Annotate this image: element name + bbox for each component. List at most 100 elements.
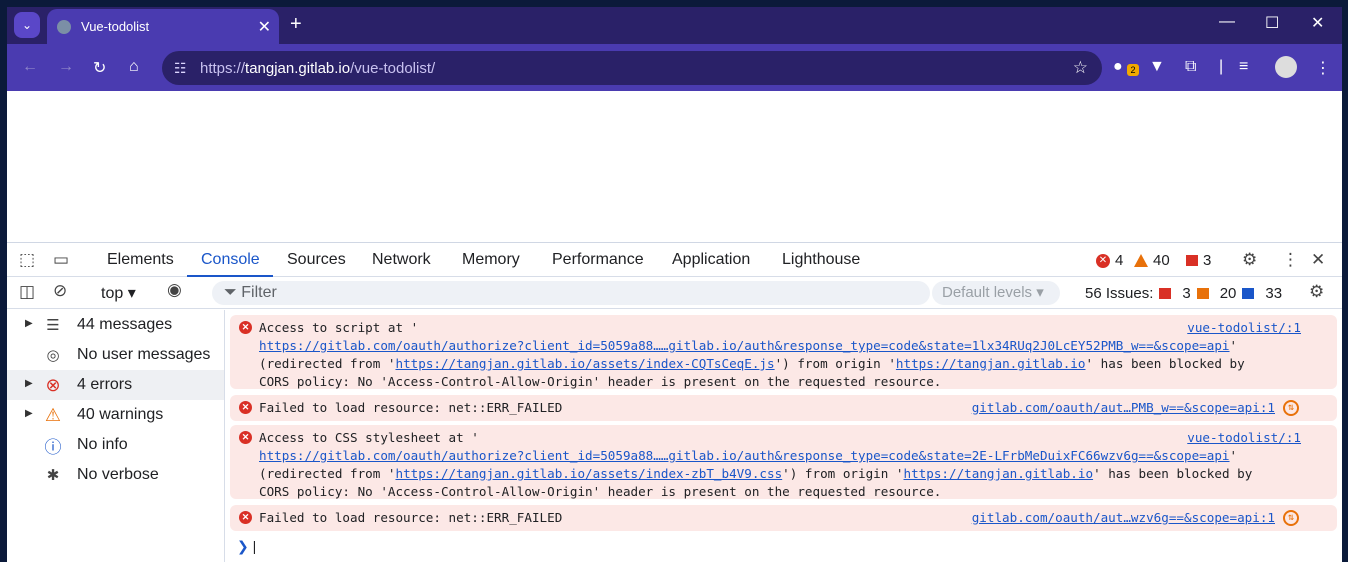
issues-blue-count: 33 [1265, 285, 1283, 302]
vue-devtools-icon[interactable]: ▼ [1149, 58, 1165, 76]
error-count-value: 4 [1115, 252, 1124, 269]
tab-memory[interactable]: Memory [462, 251, 520, 269]
close-window-icon[interactable]: ✕ [1311, 13, 1324, 33]
address-bar[interactable]: ☷ https://tangjan.gitlab.io/vue-todolist… [162, 51, 1102, 85]
network-request-icon[interactable]: ⇅ [1283, 400, 1299, 416]
message-source-link[interactable]: gitlab.com/oauth/aut…PMB_w==&scope=api:1 [972, 399, 1275, 417]
blocked-url-link[interactable]: https://gitlab.com/oauth/authorize?clien… [259, 338, 1230, 353]
redirect-url-link[interactable]: https://tangjan.gitlab.io/assets/index-z… [395, 466, 782, 481]
sidebar-item-label: 40 warnings [77, 406, 164, 423]
devtools-panel: ⬚ ▭ Elements Console Sources Network Mem… [7, 242, 1342, 562]
error-count[interactable]: ✕ 4 [1096, 252, 1123, 269]
tab-elements[interactable]: Elements [107, 251, 174, 269]
info-icon: ⓘ [44, 437, 62, 457]
favicon-icon [57, 19, 71, 34]
extension-icon[interactable]: ● [1113, 58, 1123, 76]
console-settings-gear-icon[interactable]: ⚙ [1309, 282, 1324, 302]
network-request-icon[interactable]: ⇅ [1283, 510, 1299, 526]
message-text: ') from origin ' [774, 356, 896, 371]
message-text: CORS policy: No 'Access-Control-Allow-Or… [259, 374, 942, 389]
clear-console-icon[interactable]: ⊘ [53, 281, 67, 301]
redirect-url-link[interactable]: https://tangjan.gitlab.io/assets/index-C… [395, 356, 774, 371]
error-icon: ✕ [1096, 253, 1110, 268]
message-source-link[interactable]: vue-todolist/:1 [1187, 429, 1301, 447]
devtools-menu-icon[interactable]: ⋮ [1282, 250, 1299, 270]
message-source-link[interactable]: gitlab.com/oauth/aut…wzv6g==&scope=api:1 [972, 509, 1275, 527]
blocked-url-link[interactable]: https://gitlab.com/oauth/authorize?clien… [259, 448, 1230, 463]
context-value: top [101, 285, 124, 302]
sidebar-item-info[interactable]: ⓘ No info [7, 430, 224, 460]
issues-label: 56 Issues: [1085, 285, 1154, 302]
avatar[interactable] [1275, 56, 1297, 78]
expand-arrow-icon[interactable]: ▶ [25, 378, 33, 389]
console-error-message: ✕ Failed to load resource: net::ERR_FAIL… [230, 395, 1337, 421]
new-tab-button[interactable]: + [290, 13, 302, 36]
issues-count-value: 3 [1203, 252, 1212, 269]
context-selector[interactable]: top ▾ [101, 283, 136, 303]
issues-summary[interactable]: 56 Issues: 3 20 33 [1085, 285, 1282, 302]
settings-gear-icon[interactable]: ⚙ [1242, 250, 1257, 270]
console-prompt[interactable]: ❯ | [237, 538, 256, 555]
extensions-puzzle-icon[interactable]: ⧉ [1185, 58, 1196, 76]
expand-arrow-icon[interactable]: ▶ [25, 318, 33, 329]
bookmark-star-icon[interactable]: ☆ [1073, 58, 1088, 78]
issues-count[interactable]: 3 [1186, 252, 1211, 269]
warning-count-value: 40 [1153, 252, 1170, 269]
sidebar-item-errors[interactable]: ▶ ⊗ 4 errors [7, 370, 224, 400]
tab-lighthouse[interactable]: Lighthouse [782, 251, 860, 269]
log-levels-dropdown[interactable]: Default levels ▾ [932, 281, 1060, 305]
close-devtools-icon[interactable]: ✕ [1311, 250, 1325, 270]
tab-title: Vue-todolist [81, 19, 150, 34]
reload-icon[interactable]: ↻ [93, 58, 106, 78]
bug-icon: ✱ [46, 467, 60, 484]
issues-red-count: 3 [1182, 285, 1191, 302]
message-text: Failed to load resource: net::ERR_FAILED [259, 510, 563, 525]
browser-tab[interactable]: Vue-todolist ✕ [47, 9, 279, 44]
sidebar-item-warnings[interactable]: ▶ ⚠ 40 warnings [7, 400, 224, 430]
console-error-message: ✕ Access to CSS stylesheet at ' https://… [230, 425, 1337, 499]
issue-warning-icon [1196, 288, 1209, 299]
expand-arrow-icon[interactable]: ▶ [25, 408, 33, 419]
tab-performance[interactable]: Performance [552, 251, 644, 269]
device-toolbar-icon[interactable]: ▭ [53, 250, 69, 270]
tab-search-button[interactable]: ⌄ [14, 12, 40, 38]
forward-icon[interactable]: → [58, 58, 74, 76]
console-error-message: ✕ Access to script at ' https://gitlab.c… [230, 315, 1337, 389]
error-icon: ✕ [239, 511, 252, 524]
origin-url-link[interactable]: https://tangjan.gitlab.io [896, 356, 1086, 371]
sidebar-toggle-icon[interactable]: ◫ [19, 282, 35, 302]
console-sidebar: ▶ ☰ 44 messages ◎ No user messages ▶ ⊗ 4… [7, 310, 225, 562]
media-controls-icon[interactable]: ≡ [1239, 58, 1248, 76]
menu-kebab-icon[interactable]: ⋮ [1315, 58, 1331, 78]
list-icon: ☰ [46, 317, 60, 334]
warning-count[interactable]: 40 [1134, 252, 1170, 269]
maximize-icon[interactable]: ☐ [1265, 13, 1279, 33]
minimize-icon[interactable]: — [1219, 13, 1235, 31]
sidebar-item-messages[interactable]: ▶ ☰ 44 messages [7, 310, 224, 340]
message-text: Access to CSS stylesheet at ' [259, 430, 479, 445]
tab-application[interactable]: Application [672, 251, 750, 269]
message-text: (redirected from ' [259, 466, 396, 481]
sidebar-item-verbose[interactable]: ✱ No verbose [7, 460, 224, 490]
origin-url-link[interactable]: https://tangjan.gitlab.io [904, 466, 1094, 481]
site-info-icon[interactable]: ☷ [174, 60, 187, 77]
issue-info-icon [1242, 288, 1255, 299]
tab-sources[interactable]: Sources [287, 251, 346, 269]
live-expression-eye-icon[interactable]: ◉ [167, 280, 182, 300]
home-icon[interactable]: ⌂ [129, 58, 139, 76]
back-icon[interactable]: ← [22, 58, 38, 76]
tab-strip: ⌄ Vue-todolist ✕ + — ☐ ✕ [7, 7, 1342, 44]
filter-placeholder: Filter [241, 284, 277, 301]
tab-network[interactable]: Network [372, 251, 431, 269]
sidebar-item-user-messages[interactable]: ◎ No user messages [7, 340, 224, 370]
inspect-element-icon[interactable]: ⬚ [19, 250, 35, 270]
sidebar-item-label: 44 messages [77, 316, 173, 333]
message-source-link[interactable]: vue-todolist/:1 [1187, 319, 1301, 337]
error-icon: ✕ [239, 431, 252, 444]
url-host: tangjan.gitlab.io [245, 59, 351, 77]
tab-console[interactable]: Console [201, 251, 260, 269]
user-icon: ◎ [46, 347, 60, 364]
message-text: (redirected from ' [259, 356, 396, 371]
filter-input[interactable]: ⏷ Filter [212, 281, 930, 305]
close-tab-icon[interactable]: ✕ [258, 17, 271, 37]
